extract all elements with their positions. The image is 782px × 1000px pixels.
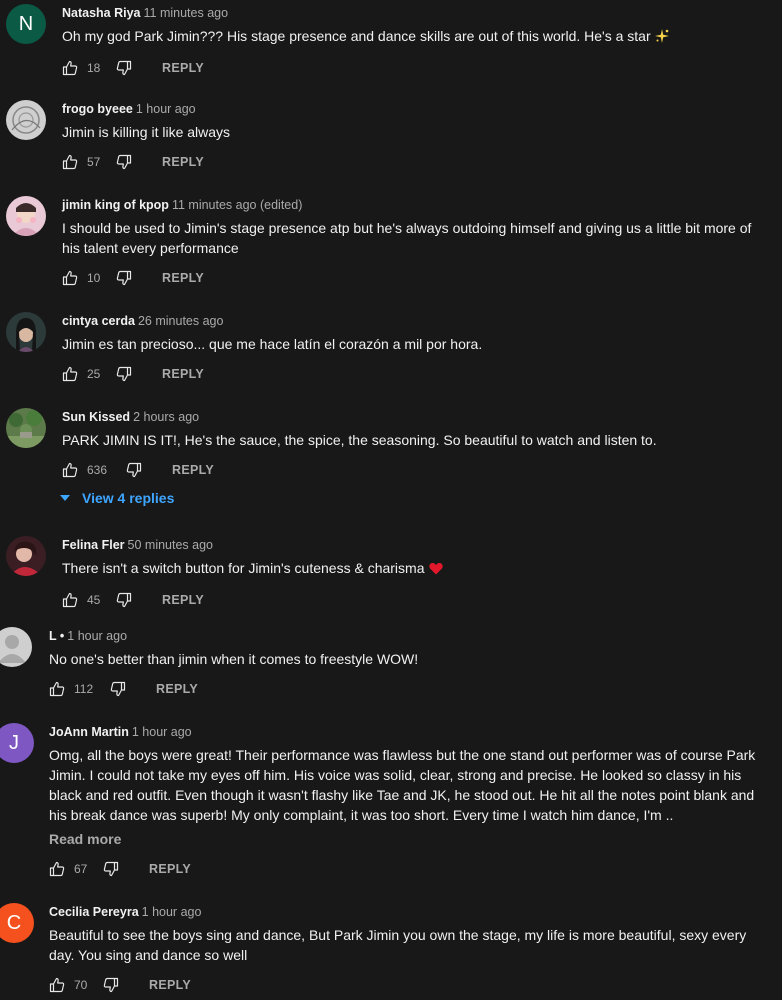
- dislike-icon[interactable]: [126, 462, 142, 478]
- comment-timestamp[interactable]: 26 minutes ago: [138, 314, 223, 328]
- avatar[interactable]: J: [0, 723, 34, 763]
- comment-timestamp[interactable]: 50 minutes ago: [128, 538, 213, 552]
- read-more-button[interactable]: Read more: [49, 829, 762, 849]
- like-icon[interactable]: [62, 60, 78, 76]
- dislike-icon[interactable]: [116, 154, 132, 170]
- comment-text: No one's better than jimin when it comes…: [49, 651, 419, 667]
- like-icon[interactable]: [62, 270, 78, 286]
- dislike-icon[interactable]: [116, 270, 132, 286]
- avatar[interactable]: N: [6, 4, 46, 44]
- avatar[interactable]: [6, 196, 46, 236]
- comment-timestamp[interactable]: 2 hours ago: [133, 410, 199, 424]
- like-count: 10: [87, 271, 101, 285]
- like-icon[interactable]: [49, 861, 65, 877]
- comment-timestamp[interactable]: 1 hour ago: [136, 102, 196, 116]
- comment-author[interactable]: Sun Kissed: [62, 410, 130, 424]
- comment-author[interactable]: Natasha Riya: [62, 6, 141, 20]
- like-count: 112: [74, 682, 94, 696]
- comment-text: I should be used to Jimin's stage presen…: [62, 220, 752, 256]
- comment-timestamp[interactable]: 1 hour ago: [67, 629, 127, 643]
- avatar[interactable]: [6, 536, 46, 576]
- avatar[interactable]: C: [0, 903, 34, 943]
- comment-timestamp[interactable]: 1 hour ago: [142, 905, 202, 919]
- dislike-icon[interactable]: [110, 681, 126, 697]
- view-replies-label: View 4 replies: [82, 490, 175, 506]
- comment-timestamp[interactable]: 11 minutes ago (edited): [172, 198, 302, 212]
- like-icon[interactable]: [62, 154, 78, 170]
- reply-button[interactable]: REPLY: [162, 155, 204, 169]
- reply-button[interactable]: REPLY: [162, 593, 204, 607]
- dislike-icon[interactable]: [116, 592, 132, 608]
- avatar[interactable]: [0, 627, 32, 667]
- comment-author[interactable]: Cecilia Pereyra: [49, 905, 139, 919]
- like-icon[interactable]: [49, 681, 65, 697]
- reply-button[interactable]: REPLY: [162, 271, 204, 285]
- reply-button[interactable]: REPLY: [162, 61, 204, 75]
- avatar[interactable]: [6, 100, 46, 140]
- comment-author[interactable]: JoAnn Martin: [49, 725, 129, 739]
- view-replies-button[interactable]: View 4 replies: [60, 490, 174, 506]
- dislike-icon[interactable]: [103, 977, 119, 993]
- avatar-letter: J: [9, 731, 19, 754]
- comment-text: Beautiful to see the boys sing and dance…: [49, 927, 747, 963]
- dislike-icon[interactable]: [116, 366, 132, 382]
- reply-button[interactable]: REPLY: [149, 978, 191, 992]
- avatar-letter: C: [6, 911, 22, 934]
- comment-author[interactable]: cintya cerda: [62, 314, 135, 328]
- like-count: 45: [87, 593, 101, 607]
- reply-button[interactable]: REPLY: [149, 862, 191, 876]
- like-count: 25: [87, 367, 101, 381]
- like-count: 57: [87, 155, 101, 169]
- comment-author[interactable]: Felina Fler: [62, 538, 125, 552]
- avatar[interactable]: [6, 312, 46, 352]
- sparkles-icon: [654, 28, 669, 48]
- comment-text: Omg, all the boys were great! Their perf…: [49, 747, 756, 823]
- reply-button[interactable]: REPLY: [156, 682, 198, 696]
- dislike-icon[interactable]: [103, 861, 119, 877]
- like-icon[interactable]: [62, 366, 78, 382]
- like-count: 70: [74, 978, 88, 992]
- comment-text: PARK JIMIN IS IT!, He's the sauce, the s…: [62, 432, 657, 448]
- like-count: 636: [87, 463, 108, 477]
- reply-button[interactable]: REPLY: [162, 367, 204, 381]
- avatar-letter: N: [18, 12, 34, 35]
- comment-text: There isn't a switch button for Jimin's …: [62, 560, 425, 576]
- like-icon[interactable]: [62, 592, 78, 608]
- comment-text: Jimin is killing it like always: [62, 124, 231, 140]
- avatar[interactable]: [6, 408, 46, 448]
- like-count: 18: [87, 61, 101, 75]
- dislike-icon[interactable]: [116, 60, 132, 76]
- like-count: 67: [74, 862, 88, 876]
- comment-text: Jimin es tan precioso... que me hace lat…: [62, 336, 483, 352]
- comment-author[interactable]: L •: [49, 629, 64, 643]
- heart-icon: [428, 560, 443, 580]
- like-icon[interactable]: [49, 977, 65, 993]
- comment-author[interactable]: jimin king of kpop: [62, 198, 169, 212]
- reply-button[interactable]: REPLY: [172, 463, 214, 477]
- like-icon[interactable]: [62, 462, 78, 478]
- comment-timestamp[interactable]: 1 hour ago: [132, 725, 192, 739]
- comment-text: Oh my god Park Jimin??? His stage presen…: [62, 28, 651, 44]
- comment-author[interactable]: frogo byeee: [62, 102, 133, 116]
- comment-timestamp[interactable]: 11 minutes ago: [144, 6, 229, 20]
- caret-down-icon: [60, 495, 70, 501]
